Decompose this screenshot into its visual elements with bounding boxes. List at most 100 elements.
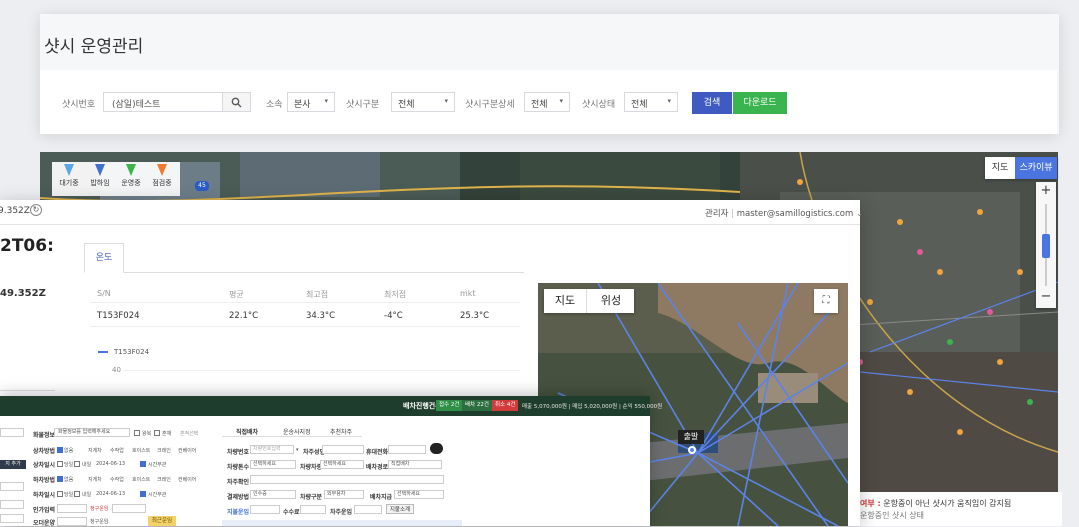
owner-check-input[interactable]: [250, 475, 444, 484]
zoom-out-button[interactable]: −: [1036, 288, 1056, 306]
depart-marker-label: 출발: [678, 430, 704, 444]
fee-input[interactable]: [300, 505, 326, 514]
dispatch-stats: 매출 5,070,000원 | 매입 5,020,000원 | 순익 550,0…: [522, 404, 663, 410]
load-tomorrow-checkbox[interactable]: [74, 461, 80, 467]
input-field[interactable]: [57, 504, 87, 513]
type-label: 샷시구분: [346, 100, 380, 110]
label-vehicle-type: 차량차종: [300, 464, 323, 471]
method-option: 크레인: [157, 448, 171, 454]
dispatch-route-select[interactable]: 직접배차: [388, 460, 442, 469]
vehicle-no-input[interactable]: 차량번호입력: [250, 445, 294, 454]
order-amount-input[interactable]: [57, 517, 87, 526]
refresh-icon[interactable]: ↻: [30, 204, 42, 216]
legend-item-waiting: 대기중: [54, 164, 84, 188]
tab-direct-dispatch[interactable]: 직접배차: [236, 427, 258, 436]
method-option: 크레인: [157, 477, 171, 483]
cut-input[interactable]: [0, 482, 24, 491]
cut-input[interactable]: [0, 428, 24, 437]
tab-underline: [84, 272, 524, 273]
pin-icon: [126, 164, 136, 176]
download-button[interactable]: 다운로드: [733, 92, 787, 114]
zoom-slider-handle[interactable]: [1042, 234, 1050, 258]
load-method-radio-none[interactable]: [57, 447, 63, 453]
map-type-toggle: 지도 스카이뷰: [985, 157, 1057, 179]
method-option: 컨베이어: [178, 448, 197, 454]
search-icon-button[interactable]: [223, 92, 251, 112]
highway-shield: 45: [195, 181, 209, 191]
unload-method-radio-none[interactable]: [57, 476, 63, 482]
detail-satellite-button[interactable]: 위성: [586, 289, 635, 313]
pay-method-select[interactable]: 인수증: [250, 490, 296, 499]
fullscreen-icon[interactable]: ⛶: [814, 289, 838, 313]
pin-icon: [64, 164, 74, 176]
vehicle-type-select[interactable]: 선택하세요: [320, 460, 364, 469]
tonnage-select[interactable]: 선택하세요: [250, 460, 296, 469]
zoom-in-button[interactable]: +: [1036, 182, 1056, 200]
chassis-no-input[interactable]: (삼일)테스트: [103, 92, 223, 112]
table-cell-sn: T153F024: [97, 311, 140, 321]
vehicle-class-select[interactable]: 외부용차: [324, 490, 364, 499]
extra-add-button[interactable]: 지 추가: [0, 460, 26, 469]
load-today-checkbox[interactable]: [57, 461, 63, 467]
cut-input[interactable]: [0, 500, 24, 509]
phone-input[interactable]: [388, 445, 426, 454]
status-value: 전체: [631, 100, 648, 110]
legend-label: 밥하임: [90, 179, 110, 187]
depart-marker-icon[interactable]: [688, 446, 696, 454]
mixed-checkbox[interactable]: [154, 430, 160, 436]
map-type-map-button[interactable]: 지도: [985, 157, 1015, 179]
owner-fare-input[interactable]: [354, 505, 382, 514]
chat-icon[interactable]: [430, 443, 443, 454]
table-cell-min: -4°C: [384, 311, 403, 321]
pay-time-select[interactable]: 선택하세요: [394, 490, 444, 499]
method-option: 호이스트: [132, 477, 151, 483]
tab-carrier-assign[interactable]: 운송사지정: [283, 427, 311, 436]
pay-subtotal-button[interactable]: 지불소계: [386, 504, 414, 514]
cut-input[interactable]: [0, 514, 24, 523]
user-info[interactable]: 관리자 | master@samillogistics.com ⌄: [705, 207, 863, 219]
recent-amount-button[interactable]: 최근운임: [148, 516, 176, 526]
chevron-down-icon: ▾: [444, 97, 448, 105]
pin-icon: [157, 164, 167, 176]
search-button[interactable]: 검색: [692, 92, 732, 114]
type-detail-select[interactable]: 전체 ▾: [524, 92, 570, 112]
label-pay-fare: 지불운임: [227, 509, 250, 516]
cargo-info-input[interactable]: 화물정보를 입력해주세요: [54, 428, 130, 437]
col-header-sn: S/N: [97, 289, 111, 298]
type-detail-value: 전체: [531, 100, 548, 110]
table-cell-avg: 22.1°C: [229, 311, 259, 321]
affiliation-select[interactable]: 본사 ▾: [287, 92, 335, 112]
col-header-min: 최저점: [384, 290, 407, 299]
round-trip-checkbox[interactable]: [134, 430, 140, 436]
day-tomorrow: 내일: [82, 492, 92, 498]
tab-temperature[interactable]: 온도: [84, 243, 124, 273]
unload-tomorrow-checkbox[interactable]: [74, 491, 80, 497]
request-amount-input[interactable]: [112, 504, 146, 513]
unload-today-checkbox[interactable]: [57, 491, 63, 497]
legend-item-operating: 운영중: [116, 164, 146, 188]
load-time-any-checkbox[interactable]: [140, 461, 146, 467]
unload-time-any-checkbox[interactable]: [140, 491, 146, 497]
search-arrow-icon[interactable]: ▾: [296, 447, 299, 453]
table-header-strip: [222, 520, 462, 526]
label-fee: 수수료: [283, 509, 300, 516]
freight-option[interactable]: 혼적선택: [180, 430, 198, 437]
type-select[interactable]: 전체 ▾: [391, 92, 455, 112]
label-owner-check: 차주확인: [227, 479, 250, 486]
detail-title: 2T06:: [0, 236, 54, 256]
status-info-box: 여부 : 운항중이 아닌 샷시가 움직임이 감지됨 운항중인 샷시 상태: [852, 492, 1062, 526]
detail-map-button[interactable]: 지도: [544, 289, 586, 313]
map-type-satellite-button[interactable]: 스카이뷰: [1015, 157, 1057, 179]
left-divider: [0, 390, 55, 391]
label-unload-method: 하차방법: [33, 477, 56, 484]
owner-name-input[interactable]: [322, 445, 364, 454]
search-icon: [231, 97, 242, 108]
method-option: 호이스트: [132, 448, 151, 454]
tab-recommend-driver[interactable]: 추천차주: [330, 427, 352, 436]
pay-fare-input[interactable]: [250, 505, 280, 514]
load-date-value[interactable]: 2024-06-13: [96, 461, 125, 467]
unload-date-value[interactable]: 2024-06-13: [96, 491, 125, 497]
status-select[interactable]: 전체 ▾: [624, 92, 678, 112]
label-load-method: 상차방법: [33, 448, 56, 455]
method-option: 수작업: [110, 448, 124, 454]
